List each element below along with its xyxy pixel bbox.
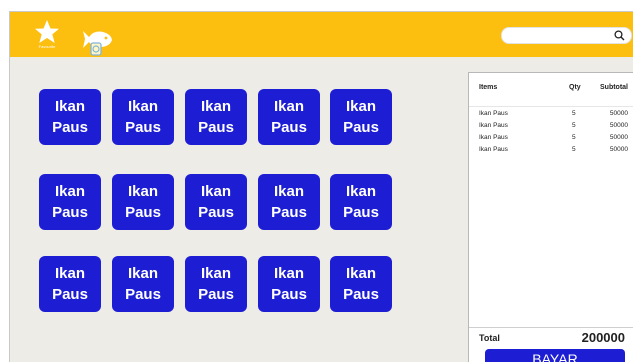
total-divider <box>469 327 633 328</box>
cart-row-qty: 5 <box>572 110 576 117</box>
total-value: 200000 <box>581 330 625 345</box>
menu-item[interactable]: Ikan Paus <box>330 174 392 230</box>
cart-row-subtotal: 50000 <box>609 134 628 141</box>
menu-item[interactable]: Ikan Paus <box>112 89 174 145</box>
star-icon <box>35 20 59 43</box>
cart-row[interactable]: Ikan Paus 5 50000 <box>469 110 633 121</box>
menu-item-label: Ikan Paus <box>271 183 307 221</box>
menu-item-label: Ikan Paus <box>343 98 379 136</box>
cart-header: Items Qty Subtotal <box>469 73 633 107</box>
menu-item-label: Ikan Paus <box>198 265 234 303</box>
subtotal-column-header: Subtotal <box>600 84 628 91</box>
menu-item-label: Ikan Paus <box>343 183 379 221</box>
fish-button[interactable] <box>80 26 114 58</box>
total-label: Total <box>479 333 500 343</box>
cart-row-item: Ikan Paus <box>479 146 508 153</box>
cart-row-qty: 5 <box>572 146 576 153</box>
pay-button[interactable]: BAYAR <box>485 349 625 362</box>
cart-row-subtotal: 50000 <box>609 122 628 129</box>
search-icon[interactable] <box>614 30 625 41</box>
menu-item[interactable]: Ikan Paus <box>185 89 247 145</box>
menu-item-label: Ikan Paus <box>198 183 234 221</box>
menu-item-label: Ikan Paus <box>125 98 161 136</box>
menu-item-label: Ikan Paus <box>271 265 307 303</box>
menu-item-label: Ikan Paus <box>198 98 234 136</box>
favorite-label: Favourite <box>38 44 56 49</box>
qty-column-header: Qty <box>569 84 581 91</box>
menu-item[interactable]: Ikan Paus <box>258 256 320 312</box>
fish-icon <box>83 31 112 56</box>
cart-row[interactable]: Ikan Paus 5 50000 <box>469 122 633 133</box>
cart-row-subtotal: 50000 <box>609 146 628 153</box>
cart-row-qty: 5 <box>572 134 576 141</box>
cart-row-item: Ikan Paus <box>479 110 508 117</box>
app-window: Favourite Ikan Paus Ikan Paus Ikan Paus … <box>9 11 633 362</box>
cart-row-subtotal: 50000 <box>609 110 628 117</box>
menu-item[interactable]: Ikan Paus <box>112 256 174 312</box>
cart-row-item: Ikan Paus <box>479 122 508 129</box>
menu-item-label: Ikan Paus <box>125 265 161 303</box>
menu-item-label: Ikan Paus <box>52 183 88 221</box>
cart-row-item: Ikan Paus <box>479 134 508 141</box>
menu-item-label: Ikan Paus <box>343 265 379 303</box>
menu-item[interactable]: Ikan Paus <box>330 256 392 312</box>
cart-row[interactable]: Ikan Paus 5 50000 <box>469 146 633 157</box>
menu-item-label: Ikan Paus <box>52 265 88 303</box>
search-input[interactable] <box>510 29 610 42</box>
menu-item-label: Ikan Paus <box>271 98 307 136</box>
menu-item[interactable]: Ikan Paus <box>185 256 247 312</box>
menu-item[interactable]: Ikan Paus <box>258 174 320 230</box>
menu-item-label: Ikan Paus <box>52 98 88 136</box>
search-box[interactable] <box>501 27 632 44</box>
cart-row[interactable]: Ikan Paus 5 50000 <box>469 134 633 145</box>
favorite-button[interactable]: Favourite <box>32 19 62 55</box>
items-column-header: Items <box>479 84 498 91</box>
cart-panel: Items Qty Subtotal Ikan Paus 5 50000 Ika… <box>468 72 633 362</box>
menu-item[interactable]: Ikan Paus <box>39 89 101 145</box>
top-bar: Favourite <box>10 12 633 57</box>
menu-item[interactable]: Ikan Paus <box>185 174 247 230</box>
menu-item[interactable]: Ikan Paus <box>39 256 101 312</box>
menu-item[interactable]: Ikan Paus <box>258 89 320 145</box>
menu-item[interactable]: Ikan Paus <box>112 174 174 230</box>
cart-row-qty: 5 <box>572 122 576 129</box>
menu-item[interactable]: Ikan Paus <box>330 89 392 145</box>
menu-item-label: Ikan Paus <box>125 183 161 221</box>
menu-item[interactable]: Ikan Paus <box>39 174 101 230</box>
